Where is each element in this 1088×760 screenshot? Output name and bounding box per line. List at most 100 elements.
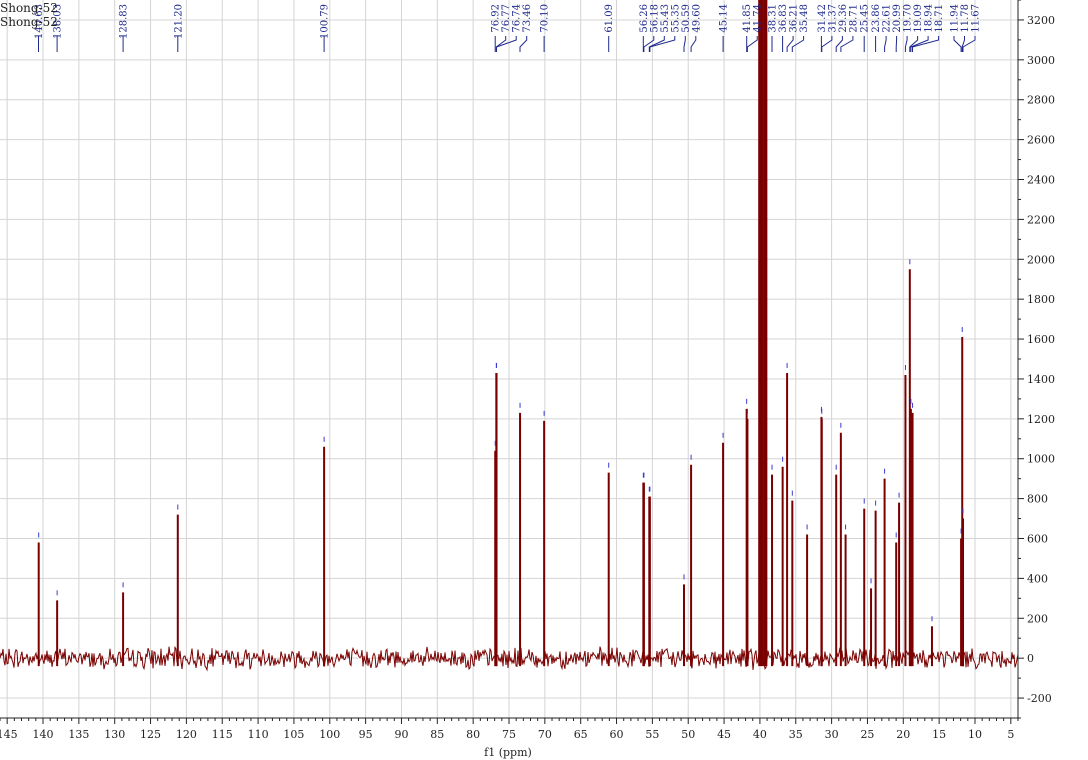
y-tick-label: 600 (1027, 533, 1048, 546)
peak-label: 76.77 (501, 4, 512, 33)
peak-label: 61.09 (604, 4, 615, 33)
x-tick-label: 35 (789, 728, 803, 741)
peak-label-leader (690, 36, 697, 52)
peak-label: 31.42 (817, 4, 828, 33)
x-tick-label: 95 (359, 728, 373, 741)
y-tick-label: 3000 (1027, 54, 1055, 67)
peak-label: 18.71 (934, 4, 945, 33)
x-tick-label: 50 (681, 728, 695, 741)
x-axis: 145 140 135 130 125 120 115 110 105 100 95 90 85 80 75… (0, 717, 1019, 741)
peak-label-leader (519, 36, 528, 52)
x-tick-label: 125 (140, 728, 161, 741)
x-tick-label: 45 (717, 728, 731, 741)
x-tick-label: 40 (753, 728, 767, 741)
y-tick-label: 1000 (1027, 453, 1055, 466)
y-axis: -200 0 200 400 600 800 1000 1200 1400 1600 1800 200… (1017, 0, 1055, 719)
x-tick-label: 145 (0, 728, 18, 741)
x-tick-label: 90 (394, 728, 408, 741)
peak-label-leader (821, 36, 833, 52)
x-tick-label: 115 (212, 728, 233, 741)
peak-label: 20.99 (892, 4, 903, 33)
peak-label: 56.26 (639, 4, 650, 33)
peak-label: 41.85 (742, 4, 753, 33)
nmr-spectrum-chart: 140.63 138.03 128.83 121.20 100.79 76.92 76.77… (0, 0, 1055, 759)
peak-label-leader (904, 36, 908, 52)
x-tick-label: 65 (574, 728, 588, 741)
peak-label: 100.79 (320, 4, 331, 39)
x-tick-label: 5 (1007, 728, 1014, 741)
peak-labels: 140.63 138.03 128.83 121.20 100.79 76.92 76.77… (34, 4, 982, 52)
peak-label: 36.83 (778, 4, 789, 33)
y-tick-label: 2800 (1027, 94, 1055, 107)
peak-label-leader (884, 36, 887, 52)
x-tick-label: 120 (176, 728, 197, 741)
x-tick-label: 20 (896, 728, 910, 741)
peak-label: 38.31 (768, 4, 779, 33)
y-tick-label: 2600 (1027, 134, 1055, 147)
sample-label-2: Shong-52 (0, 15, 58, 29)
peak-label: 18.94 (924, 4, 935, 33)
x-tick-label: 130 (104, 728, 125, 741)
peak-label: 29.36 (838, 4, 849, 33)
y-tick-label: -200 (1027, 692, 1052, 705)
peak-label: 31.37 (827, 4, 838, 33)
peak-label-leader (835, 36, 843, 52)
peak-label: 76.92 (491, 4, 502, 33)
y-tick-label: 1600 (1027, 333, 1055, 346)
peak-label: 121.20 (173, 4, 184, 39)
peak-label: 56.18 (649, 4, 660, 33)
peak-label: 55.43 (660, 4, 671, 33)
peak-label: 55.35 (670, 4, 681, 33)
x-tick-label: 60 (610, 728, 624, 741)
grid-lines (0, 0, 1018, 718)
peak-label: 45.14 (719, 4, 730, 33)
peak-label: 41.74 (753, 4, 764, 33)
peak-label: 23.86 (871, 4, 882, 33)
x-tick-label: 25 (860, 728, 874, 741)
y-tick-label: 1800 (1027, 293, 1055, 306)
peak-label-leader (912, 36, 940, 52)
peak-label: 19.70 (903, 4, 914, 33)
x-tick-label: 55 (645, 728, 659, 741)
x-tick-label: 135 (68, 728, 89, 741)
y-tick-label: 2200 (1027, 213, 1055, 226)
peak-label: 49.60 (691, 4, 702, 33)
x-tick-label: 110 (248, 728, 269, 741)
peak-label: 28.71 (848, 4, 859, 33)
x-axis-title: f1 (ppm) (484, 746, 532, 759)
peak-label: 25.45 (860, 4, 871, 33)
peak-label: 11.78 (960, 4, 971, 33)
x-tick-label: 10 (968, 728, 982, 741)
peak-label: 73.46 (522, 4, 533, 33)
peak-label: 50.59 (681, 4, 692, 33)
peak-label: 11.67 (971, 4, 982, 33)
peak-label: 76.74 (512, 4, 523, 33)
peak-label-leader (746, 36, 758, 52)
peak-label: 35.48 (799, 4, 810, 33)
y-tick-label: 1400 (1027, 373, 1055, 386)
peak-label-leader (683, 36, 686, 52)
peak-label: 22.61 (882, 4, 893, 33)
y-tick-label: 200 (1027, 612, 1048, 625)
y-tick-label: 0 (1027, 652, 1034, 665)
x-tick-label: 100 (319, 728, 340, 741)
y-tick-label: 400 (1027, 572, 1048, 585)
peak-label: 19.09 (913, 4, 924, 33)
peak-label: 128.83 (119, 4, 130, 39)
sample-label-1: Shong-52 (0, 1, 58, 15)
y-tick-label: 2000 (1027, 253, 1055, 266)
peak-label-leader (953, 36, 962, 52)
y-tick-label: 3200 (1027, 14, 1055, 27)
x-tick-label: 30 (825, 728, 839, 741)
y-tick-label: 800 (1027, 493, 1048, 506)
peak-label: 70.10 (540, 4, 551, 33)
x-tick-label: 140 (33, 728, 54, 741)
peak-label-leader (791, 36, 805, 52)
x-tick-label: 85 (430, 728, 444, 741)
x-tick-label: 75 (502, 728, 516, 741)
y-tick-label: 2400 (1027, 174, 1055, 187)
x-tick-label: 80 (466, 728, 480, 741)
y-tick-label: 1200 (1027, 413, 1055, 426)
peak-label: 11.94 (950, 4, 961, 33)
x-tick-label: 105 (283, 728, 304, 741)
